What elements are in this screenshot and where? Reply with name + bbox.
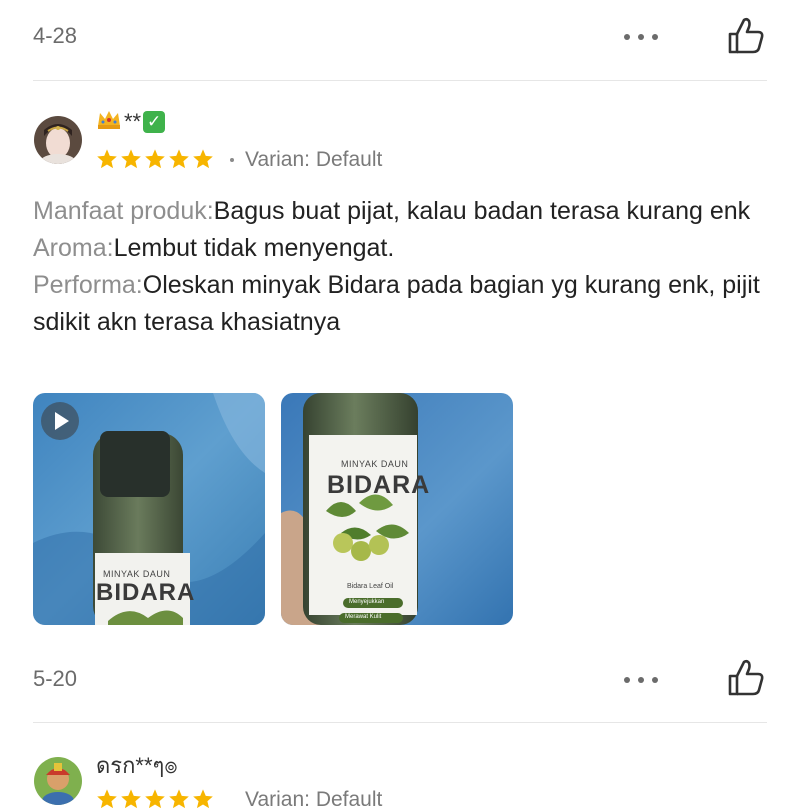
review-text: Manfaat produk:Bagus buat pijat, kalau b… — [33, 193, 773, 341]
star-icon — [145, 789, 165, 809]
more-options-icon[interactable] — [624, 32, 658, 42]
star-icon — [169, 149, 189, 169]
review-video-thumbnail[interactable]: MINYAK DAUN BIDARA — [33, 393, 265, 625]
review-photo-thumbnail[interactable]: MINYAK DAUN BIDARA Bidara Leaf Oil Menye… — [281, 393, 513, 625]
review-date: 4-28 — [33, 23, 78, 48]
thumbs-up-icon[interactable] — [725, 657, 767, 699]
rating-stars — [96, 788, 214, 810]
crown-icon — [96, 108, 122, 136]
play-icon[interactable] — [41, 402, 79, 440]
star-icon — [193, 149, 213, 169]
review-line-performance: Performa:Oleskan minyak Bidara pada bagi… — [33, 271, 760, 336]
review-line-aroma: Aroma:Lembut tidak menyengat. — [33, 234, 395, 262]
star-icon — [193, 789, 213, 809]
divider — [33, 722, 767, 723]
review-line-benefit: Manfaat produk:Bagus buat pijat, kalau b… — [33, 197, 751, 225]
star-icon — [121, 149, 141, 169]
variant-label: Varian: Default — [245, 148, 383, 171]
product-label-main: BIDARA — [96, 579, 196, 606]
separator-dot — [230, 158, 234, 162]
username: ดรก**ๆ๏ — [96, 753, 178, 778]
product-pill-2: Merawat Kulit — [345, 614, 382, 620]
avatar[interactable] — [34, 116, 82, 164]
product-label-top: MINYAK DAUN — [103, 569, 171, 579]
product-label-top: MINYAK DAUN — [341, 459, 409, 469]
variant-label: Varian: Default — [245, 788, 383, 811]
verified-check-icon: ✓ — [143, 111, 166, 133]
product-pill-1: Menyejukkan — [349, 599, 385, 605]
review-date: 5-20 — [33, 666, 78, 691]
star-icon — [145, 149, 165, 169]
star-icon — [121, 789, 141, 809]
product-label-main: BIDARA — [327, 471, 431, 499]
thumbs-up-icon[interactable] — [725, 15, 767, 57]
rating-stars — [96, 148, 214, 170]
more-options-icon[interactable] — [624, 675, 658, 685]
avatar[interactable] — [34, 757, 82, 805]
star-icon — [97, 149, 117, 169]
star-icon — [169, 789, 189, 809]
divider — [33, 80, 767, 81]
product-label-sub: Bidara Leaf Oil — [347, 583, 394, 590]
star-icon — [97, 789, 117, 809]
username: ** — [124, 109, 142, 134]
